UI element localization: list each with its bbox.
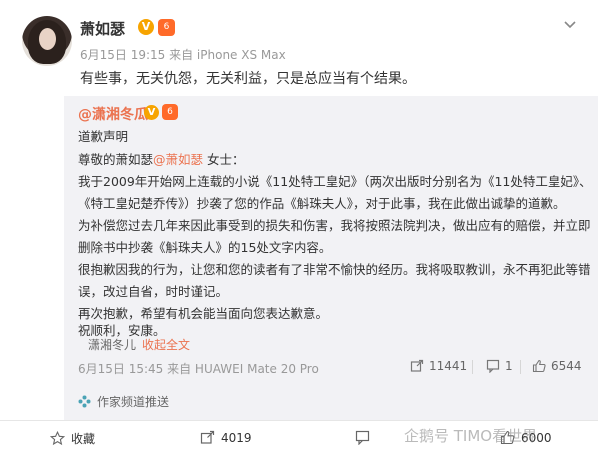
level-badge-icon: 6 — [158, 19, 175, 36]
weibo-post: 萧如瑟 V 6 6月15日 19:15 来自 iPhone XS Max 有些事… — [0, 0, 598, 454]
post-text: 有些事，无关仇怨，无关利益，只是总应当有个结果。 — [80, 71, 416, 87]
favorite-button[interactable]: 收藏 — [50, 430, 95, 447]
share-count: 11441 — [429, 359, 468, 373]
favorite-label: 收藏 — [71, 432, 96, 446]
comment-icon — [355, 430, 370, 445]
repost-signature: 潇湘冬儿 收起全文 — [88, 336, 190, 353]
thumbs-up-icon — [532, 359, 546, 373]
collapse-link[interactable]: 收起全文 — [142, 338, 190, 352]
comment-icon — [486, 359, 500, 373]
pinwheel-icon — [78, 395, 91, 408]
stat-divider — [520, 360, 521, 374]
star-icon — [50, 431, 65, 446]
repost-level-badge-icon: 6 — [162, 104, 178, 120]
repost-author[interactable]: @潇湘冬瓜 — [78, 104, 148, 124]
repost-line-salutation: 尊敬的萧如瑟@萧如瑟 女士： — [78, 149, 245, 168]
repost-button[interactable]: 4019 — [200, 430, 252, 445]
repost-share-count[interactable]: 11441 — [410, 359, 467, 373]
comment-button[interactable] — [355, 430, 376, 445]
repost-line: 删除书中抄袭《斛珠夫人》的15处文字内容。 — [78, 240, 332, 255]
watermark: 企鹅号 TIMO看世界 — [404, 427, 538, 445]
verified-badge-icon: V — [138, 19, 154, 35]
repost-count: 4019 — [221, 430, 252, 445]
like-count: 6544 — [551, 359, 582, 373]
comment-count: 1 — [505, 359, 513, 373]
author-avatar[interactable] — [22, 16, 72, 66]
stat-divider — [472, 360, 473, 374]
repost-line: 为补偿您过去几年来因此事受到的损失和伤害，我将按照法院判决，做出应有的赔偿，并立… — [78, 218, 591, 233]
chevron-down-icon[interactable] — [562, 16, 578, 32]
repost-line: 很抱歉因我的行为，让您和您的读者有了非常不愉快的经历。我将吸取教训，永不再犯此等… — [78, 262, 591, 277]
share-icon — [200, 430, 215, 444]
repost-line: 《特工皇妃楚乔传》）抄袭了您的作品《斛珠夫人》，对于此事，我在此做出诚挚的道歉。 — [78, 196, 566, 211]
salutation-text: 尊敬的萧如瑟 — [78, 152, 154, 167]
author-name[interactable]: 萧如瑟 — [80, 18, 125, 39]
repost-line: 我于2009年开始网上连载的小说《11处特工皇妃》（两次出版时分别名为《11处特… — [78, 174, 592, 189]
salutation-tail: 女士： — [207, 152, 245, 167]
repost-line: 误，改过自省，时时谨记。 — [78, 284, 229, 299]
repost-meta: 6月15日 15:45 来自 HUAWEI Mate 20 Pro — [78, 362, 319, 376]
channel-push[interactable]: 作家频道推送 — [78, 393, 169, 410]
signature-text: 潇湘冬儿 — [88, 338, 137, 352]
repost-verified-badge-icon: V — [144, 105, 159, 120]
share-icon — [410, 359, 424, 372]
channel-label: 作家频道推送 — [97, 395, 170, 409]
mention-link[interactable]: @萧如瑟 — [153, 152, 203, 167]
repost-line-title: 道歉声明 — [78, 129, 129, 144]
repost-comment-count[interactable]: 1 — [486, 359, 513, 373]
repost-like-count[interactable]: 6544 — [532, 359, 582, 373]
post-meta: 6月15日 19:15 来自 iPhone XS Max — [80, 48, 286, 62]
